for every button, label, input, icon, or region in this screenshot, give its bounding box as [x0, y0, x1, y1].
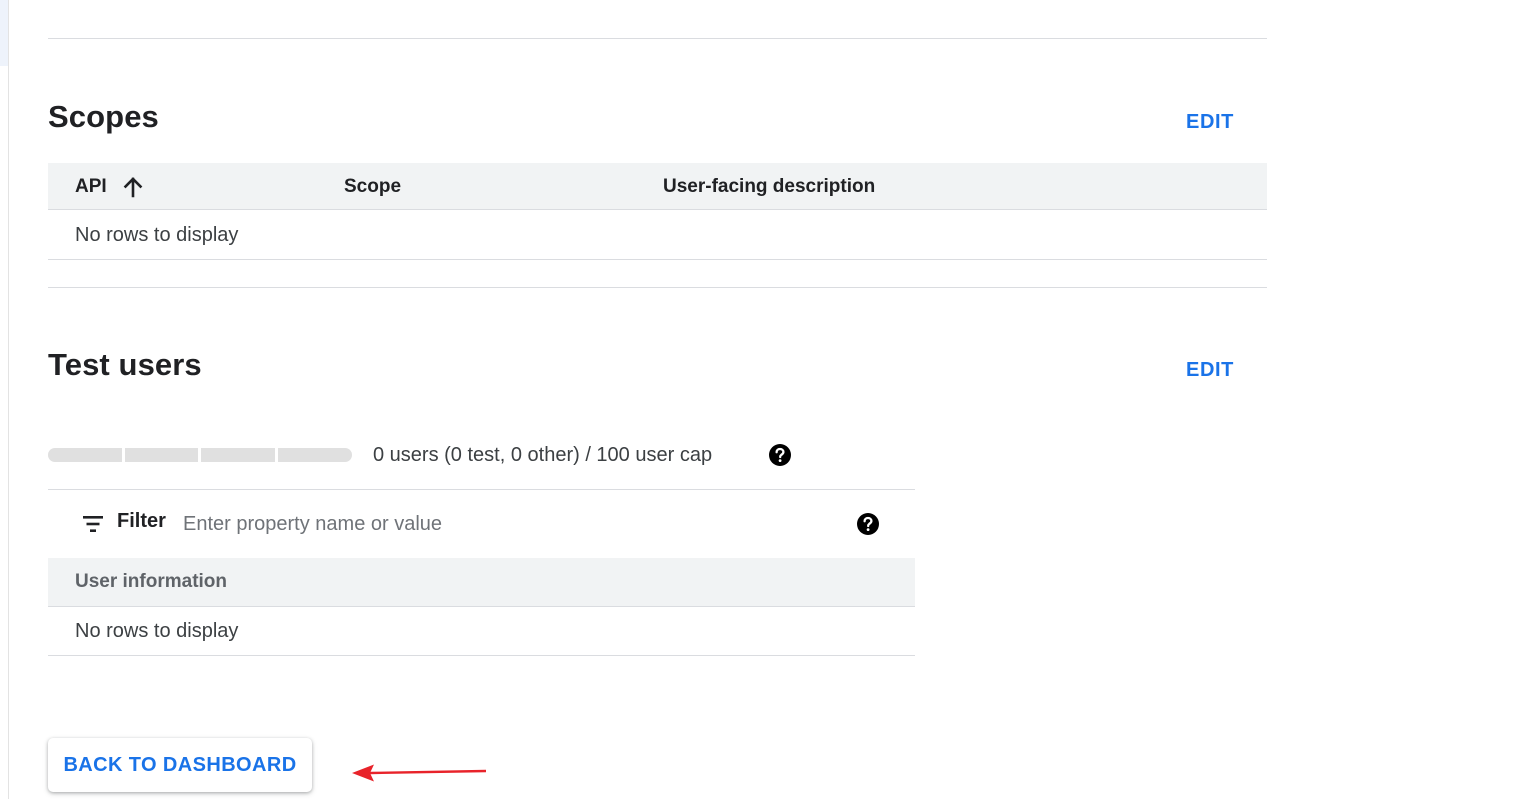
- filter-input[interactable]: [183, 506, 823, 542]
- test-users-edit-button[interactable]: EDIT: [1174, 352, 1246, 388]
- filter-bar: Filter: [48, 489, 915, 558]
- scopes-table-header: API Scope User-facing description: [48, 163, 1267, 210]
- column-header-description[interactable]: User-facing description: [663, 163, 875, 210]
- user-cap-progress-bar: [48, 448, 352, 462]
- progress-segment: [201, 448, 275, 462]
- column-header-user-information[interactable]: User information: [48, 558, 915, 607]
- test-users-title: Test users: [48, 347, 202, 382]
- section-divider: [48, 38, 1267, 39]
- scopes-edit-button[interactable]: EDIT: [1174, 104, 1246, 140]
- arrow-up-icon[interactable]: [123, 176, 143, 198]
- progress-segment: [125, 448, 198, 462]
- filter-label[interactable]: Filter: [117, 510, 166, 533]
- scopes-title: Scopes: [48, 99, 159, 134]
- users-empty-row: No rows to display: [48, 607, 915, 656]
- section-divider: [48, 287, 1267, 288]
- column-header-api[interactable]: API: [75, 163, 143, 210]
- back-to-dashboard-button[interactable]: BACK TO DASHBOARD: [48, 738, 312, 792]
- column-header-label: API: [75, 175, 107, 197]
- column-header-scope[interactable]: Scope: [344, 163, 401, 210]
- left-panel-tab: [0, 0, 8, 66]
- left-panel-edge: [0, 0, 9, 799]
- help-icon[interactable]: [768, 443, 792, 467]
- progress-segment: [48, 448, 122, 462]
- help-icon[interactable]: [856, 512, 880, 536]
- scopes-empty-row: No rows to display: [48, 211, 1267, 260]
- progress-segment: [278, 448, 352, 462]
- filter-icon[interactable]: [82, 514, 104, 534]
- red-arrow-annotation: [350, 760, 490, 791]
- user-cap-text: 0 users (0 test, 0 other) / 100 user cap: [373, 443, 713, 466]
